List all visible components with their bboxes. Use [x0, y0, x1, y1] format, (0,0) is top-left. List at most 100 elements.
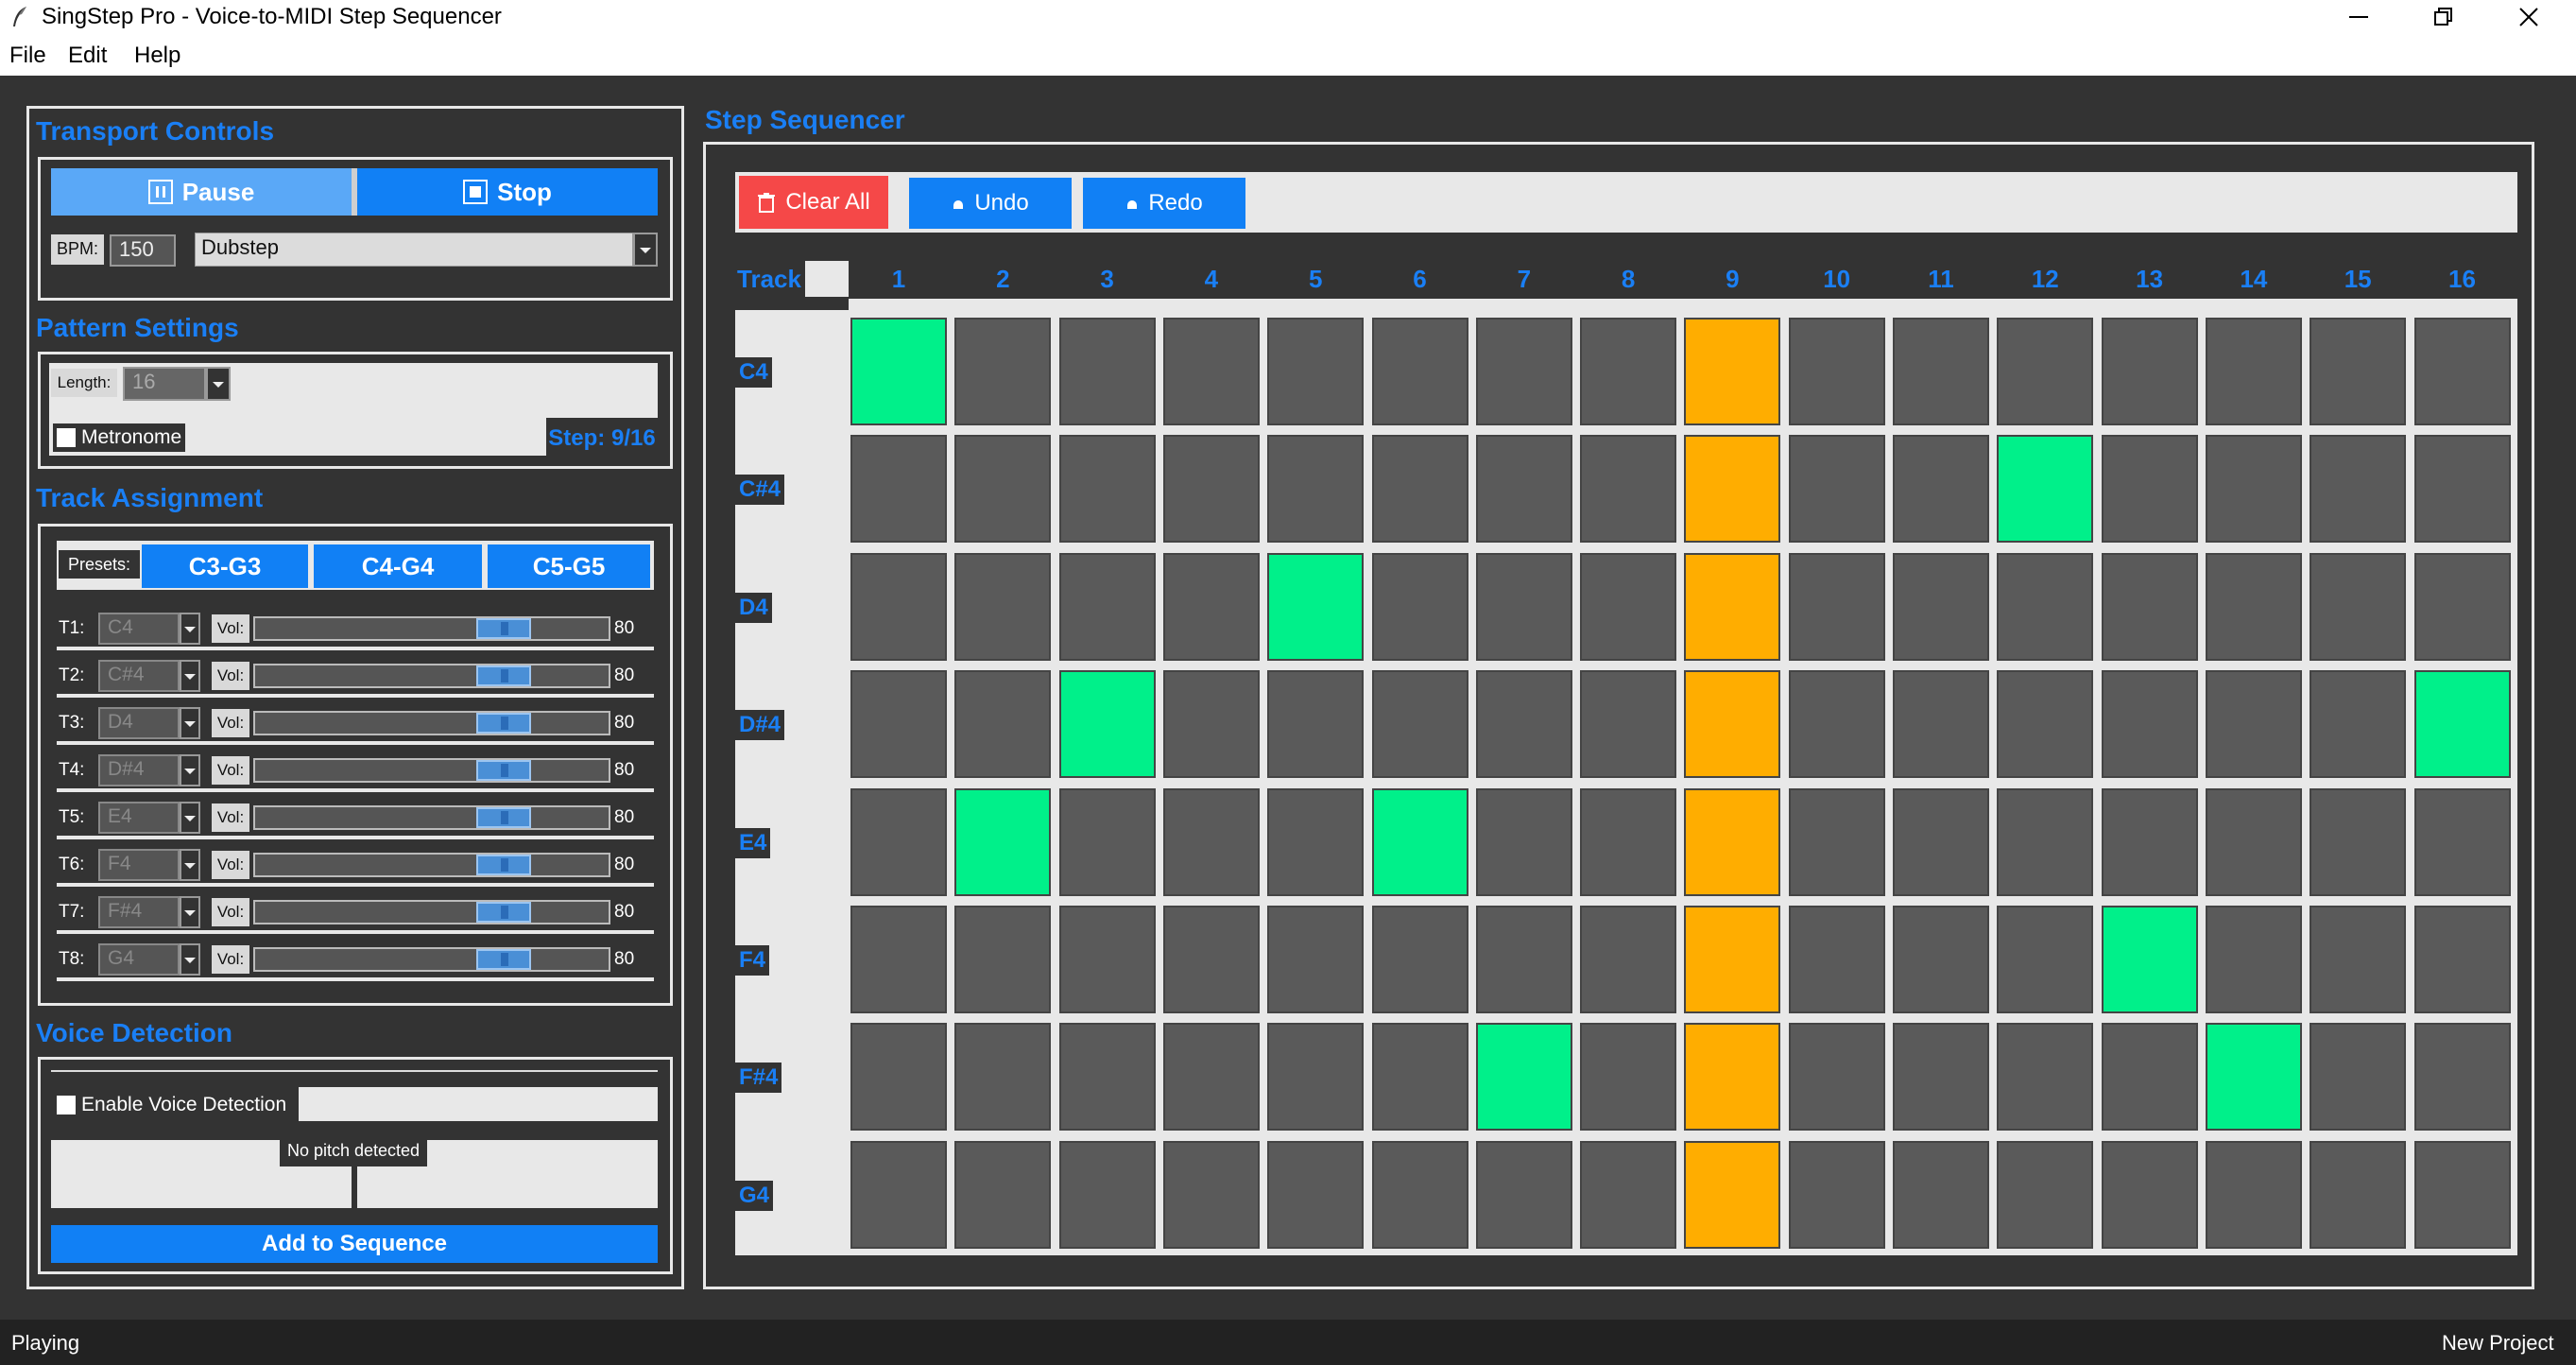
- volume-slider[interactable]: [253, 758, 610, 783]
- step-cell[interactable]: [2310, 1023, 2407, 1132]
- step-cell[interactable]: [2205, 670, 2302, 779]
- step-cell[interactable]: [1058, 435, 1156, 544]
- step-cell[interactable]: [1684, 552, 1781, 661]
- step-cell[interactable]: [1162, 787, 1260, 896]
- step-cell[interactable]: [1371, 318, 1468, 425]
- undo-button[interactable]: Undo: [909, 178, 1072, 229]
- step-cell[interactable]: [1893, 906, 1989, 1013]
- step-cell[interactable]: [954, 1023, 1052, 1132]
- step-cell[interactable]: [2310, 787, 2407, 896]
- volume-slider-thumb[interactable]: [476, 665, 531, 686]
- length-dropdown-button[interactable]: [206, 367, 231, 401]
- step-cell[interactable]: [1475, 670, 1572, 779]
- track-note-dropdown[interactable]: [180, 707, 200, 739]
- step-cell[interactable]: [1371, 670, 1468, 779]
- track-note-dropdown[interactable]: [180, 896, 200, 928]
- track-note-select[interactable]: G4: [98, 943, 180, 976]
- step-cell[interactable]: [1684, 435, 1781, 544]
- volume-slider[interactable]: [253, 805, 610, 830]
- volume-slider-thumb[interactable]: [476, 902, 531, 923]
- step-cell[interactable]: [1997, 787, 2094, 896]
- step-cell[interactable]: [2101, 552, 2198, 661]
- bpm-input[interactable]: 150: [110, 234, 176, 267]
- length-input[interactable]: 16: [123, 367, 206, 401]
- preset-c5-button[interactable]: C5-G5: [488, 544, 650, 588]
- step-cell[interactable]: [1267, 787, 1365, 896]
- step-cell[interactable]: [1684, 670, 1781, 779]
- step-cell[interactable]: [1997, 1140, 2094, 1249]
- restore-button[interactable]: [2406, 0, 2482, 34]
- step-cell[interactable]: [1580, 1023, 1677, 1132]
- step-cell[interactable]: [1162, 670, 1260, 779]
- step-cell[interactable]: [1997, 435, 2094, 544]
- volume-slider-thumb[interactable]: [476, 618, 531, 639]
- step-cell[interactable]: [1371, 435, 1468, 544]
- step-cell[interactable]: [1162, 1023, 1260, 1132]
- step-cell[interactable]: [1580, 318, 1677, 425]
- preset-c4-button[interactable]: C4-G4: [314, 544, 482, 588]
- step-cell[interactable]: [1371, 1023, 1468, 1132]
- track-note-dropdown[interactable]: [180, 802, 200, 834]
- volume-slider-thumb[interactable]: [476, 713, 531, 734]
- volume-slider[interactable]: [253, 664, 610, 688]
- step-cell[interactable]: [1267, 1140, 1365, 1249]
- style-dropdown-button[interactable]: [633, 233, 658, 267]
- volume-slider[interactable]: [253, 853, 610, 877]
- step-cell[interactable]: [1997, 906, 2094, 1013]
- step-cell[interactable]: [1267, 1023, 1365, 1132]
- step-cell[interactable]: [1580, 1140, 1677, 1249]
- step-cell[interactable]: [2205, 435, 2302, 544]
- step-cell[interactable]: [1580, 906, 1677, 1013]
- style-select[interactable]: Dubstep: [195, 233, 633, 267]
- step-cell[interactable]: [1893, 1023, 1989, 1132]
- step-cell[interactable]: [850, 906, 947, 1013]
- step-cell[interactable]: [1058, 1023, 1156, 1132]
- preset-c3-button[interactable]: C3-G3: [142, 544, 308, 588]
- step-cell[interactable]: [1475, 435, 1572, 544]
- step-cell[interactable]: [1267, 318, 1365, 425]
- step-cell[interactable]: [1788, 670, 1885, 779]
- step-cell[interactable]: [850, 670, 947, 779]
- step-cell[interactable]: [2413, 1140, 2511, 1249]
- track-note-select[interactable]: F4: [98, 849, 180, 881]
- step-cell[interactable]: [2413, 906, 2511, 1013]
- step-cell[interactable]: [2413, 552, 2511, 661]
- step-cell[interactable]: [1475, 1140, 1572, 1249]
- step-cell[interactable]: [1684, 318, 1781, 425]
- voice-enable-checkbox[interactable]: Enable Voice Detection: [53, 1089, 295, 1121]
- step-cell[interactable]: [1475, 906, 1572, 1013]
- step-cell[interactable]: [954, 552, 1052, 661]
- step-cell[interactable]: [2101, 318, 2198, 425]
- step-cell[interactable]: [2101, 1023, 2198, 1132]
- step-cell[interactable]: [1788, 1140, 1885, 1249]
- step-cell[interactable]: [1893, 670, 1989, 779]
- step-cell[interactable]: [1684, 906, 1781, 1013]
- step-cell[interactable]: [1580, 670, 1677, 779]
- step-cell[interactable]: [1267, 906, 1365, 1013]
- step-cell[interactable]: [1580, 435, 1677, 544]
- step-cell[interactable]: [1893, 552, 1989, 661]
- step-cell[interactable]: [954, 1140, 1052, 1249]
- step-cell[interactable]: [954, 318, 1052, 425]
- step-cell[interactable]: [1058, 318, 1156, 425]
- step-cell[interactable]: [2413, 318, 2511, 425]
- step-cell[interactable]: [1893, 318, 1989, 425]
- step-cell[interactable]: [2413, 670, 2511, 779]
- step-cell[interactable]: [1997, 670, 2094, 779]
- step-cell[interactable]: [2205, 906, 2302, 1013]
- step-cell[interactable]: [2205, 318, 2302, 425]
- step-cell[interactable]: [954, 670, 1052, 779]
- volume-slider-thumb[interactable]: [476, 855, 531, 875]
- step-cell[interactable]: [1997, 552, 2094, 661]
- step-cell[interactable]: [1058, 670, 1156, 779]
- step-cell[interactable]: [1893, 435, 1989, 544]
- step-cell[interactable]: [954, 787, 1052, 896]
- volume-slider[interactable]: [253, 900, 610, 924]
- step-cell[interactable]: [2413, 1023, 2511, 1132]
- step-cell[interactable]: [850, 318, 947, 425]
- step-cell[interactable]: [2310, 906, 2407, 1013]
- track-note-dropdown[interactable]: [180, 849, 200, 881]
- step-cell[interactable]: [2101, 670, 2198, 779]
- step-cell[interactable]: [1162, 906, 1260, 1013]
- step-cell[interactable]: [2101, 435, 2198, 544]
